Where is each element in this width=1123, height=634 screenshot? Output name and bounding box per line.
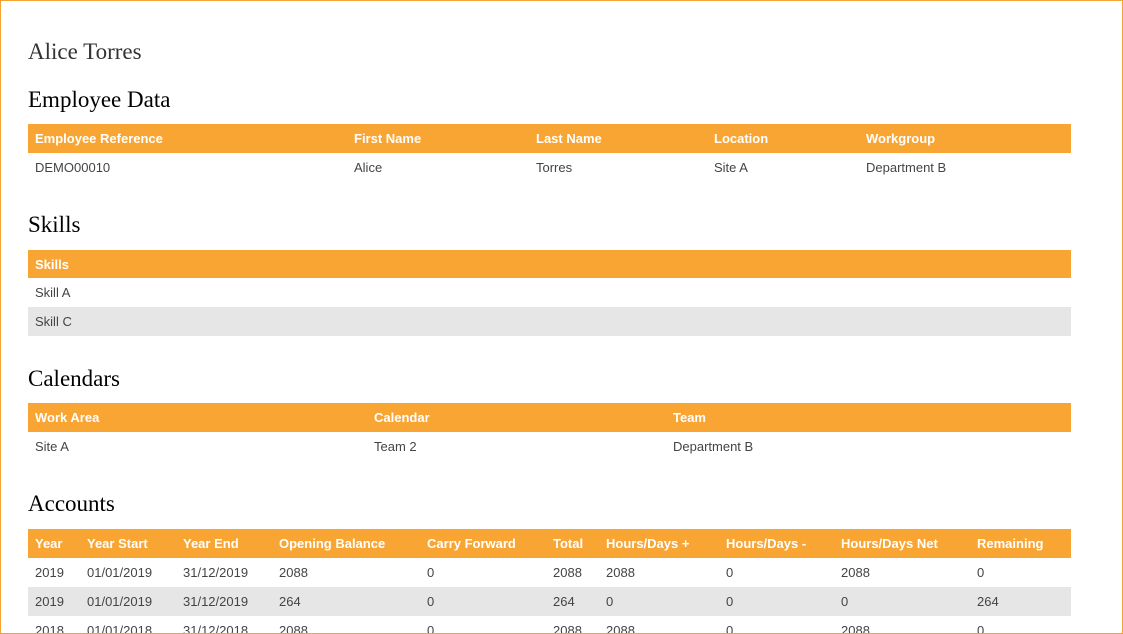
table-cell: 0 [726, 623, 734, 634]
table-cell: 0 [719, 587, 834, 616]
column-header: First Name [347, 124, 529, 153]
table-row: 2019 01/01/2019 31/12/2019 264 0 264 0 0… [28, 587, 1071, 616]
table-cell: 31/12/2018 [183, 623, 249, 634]
table-cell: 264 [970, 587, 1071, 616]
table-cell: 264 [272, 587, 420, 616]
employee-name-title: Alice Torres [28, 39, 142, 64]
table-cell: Department B [866, 160, 947, 175]
table-cell: 0 [427, 623, 435, 634]
table-cell: 2088 [841, 623, 870, 634]
table-cell: 0 [420, 587, 546, 616]
table-row: 2019 01/01/2019 31/12/2019 2088 0 2088 2… [28, 558, 1071, 587]
table-cell: 2019 [28, 587, 80, 616]
column-header: Hours/Days + [599, 529, 719, 558]
table-cell: 0 [834, 587, 970, 616]
column-header: Workgroup [859, 124, 1071, 153]
table-cell: 2088 [606, 623, 635, 634]
table-header-row: Year Year Start Year End Opening Balance… [28, 529, 1071, 558]
table-header-row: Skills [28, 250, 1071, 278]
column-header: Year [28, 529, 80, 558]
table-header-row: Work Area Calendar Team [28, 403, 1071, 432]
column-header: Last Name [529, 124, 707, 153]
table-cell: 31/12/2019 [176, 587, 272, 616]
column-header: Employee Reference [28, 124, 347, 153]
column-header: Team [666, 403, 1071, 432]
table-cell: 01/01/2019 [87, 565, 153, 580]
column-header: Calendar [367, 403, 666, 432]
table-cell: Alice [354, 160, 383, 175]
table-cell: 2018 [35, 623, 64, 634]
table-cell: 0 [427, 565, 435, 580]
table-row: Skill C [28, 307, 1071, 336]
column-header: Remaining [970, 529, 1071, 558]
accounts-heading: Accounts [28, 491, 115, 516]
accounts-table: Year Year Start Year End Opening Balance… [28, 529, 1071, 634]
skills-heading: Skills [28, 212, 81, 237]
table-row: Skill A [28, 278, 1071, 307]
table-cell: 0 [599, 587, 719, 616]
table-cell: Skill C [28, 307, 1071, 336]
table-cell: DEMO00010 [35, 160, 111, 175]
employee-data-heading: Employee Data [28, 87, 171, 112]
table-cell: Skill A [35, 285, 71, 300]
table-cell: Department B [673, 439, 754, 454]
skills-table: Skills Skill A Skill C [28, 250, 1071, 336]
table-cell: 2088 [553, 565, 582, 580]
table-row: Site A Team 2 Department B [28, 432, 1071, 461]
column-header: Year Start [80, 529, 176, 558]
table-cell: Site A [35, 439, 69, 454]
table-row: 2018 01/01/2018 31/12/2018 2088 0 2088 2… [28, 616, 1071, 634]
column-header: Year End [176, 529, 272, 558]
column-header: Total [546, 529, 599, 558]
report-frame: Alice Torres Employee Data Employee Refe… [0, 0, 1123, 634]
column-header: Hours/Days - [719, 529, 834, 558]
table-cell: 2088 [606, 565, 635, 580]
column-header: Hours/Days Net [834, 529, 970, 558]
table-cell: 0 [726, 565, 734, 580]
table-cell: 264 [546, 587, 599, 616]
table-cell: 01/01/2019 [80, 587, 176, 616]
column-header: Carry Forward [420, 529, 546, 558]
column-header: Location [707, 124, 859, 153]
column-header: Opening Balance [272, 529, 420, 558]
table-cell: 2088 [279, 623, 308, 634]
employee-data-table: Employee Reference First Name Last Name … [28, 124, 1071, 182]
table-cell: 2088 [841, 565, 870, 580]
table-header-row: Employee Reference First Name Last Name … [28, 124, 1071, 153]
table-row: DEMO00010 Alice Torres Site A Department… [28, 153, 1071, 182]
column-header: Skills [28, 250, 1071, 278]
table-cell: Torres [536, 160, 573, 175]
table-cell: Site A [714, 160, 748, 175]
table-cell: 01/01/2018 [87, 623, 153, 634]
table-cell: Team 2 [374, 439, 417, 454]
table-cell: 31/12/2019 [183, 565, 249, 580]
calendars-table: Work Area Calendar Team Site A Team 2 De… [28, 403, 1071, 461]
table-cell: 2088 [279, 565, 308, 580]
table-cell: 2088 [553, 623, 582, 634]
table-cell: 0 [977, 623, 985, 634]
column-header: Work Area [28, 403, 367, 432]
calendars-heading: Calendars [28, 366, 120, 391]
table-cell: 0 [977, 565, 985, 580]
table-cell: 2019 [35, 565, 64, 580]
